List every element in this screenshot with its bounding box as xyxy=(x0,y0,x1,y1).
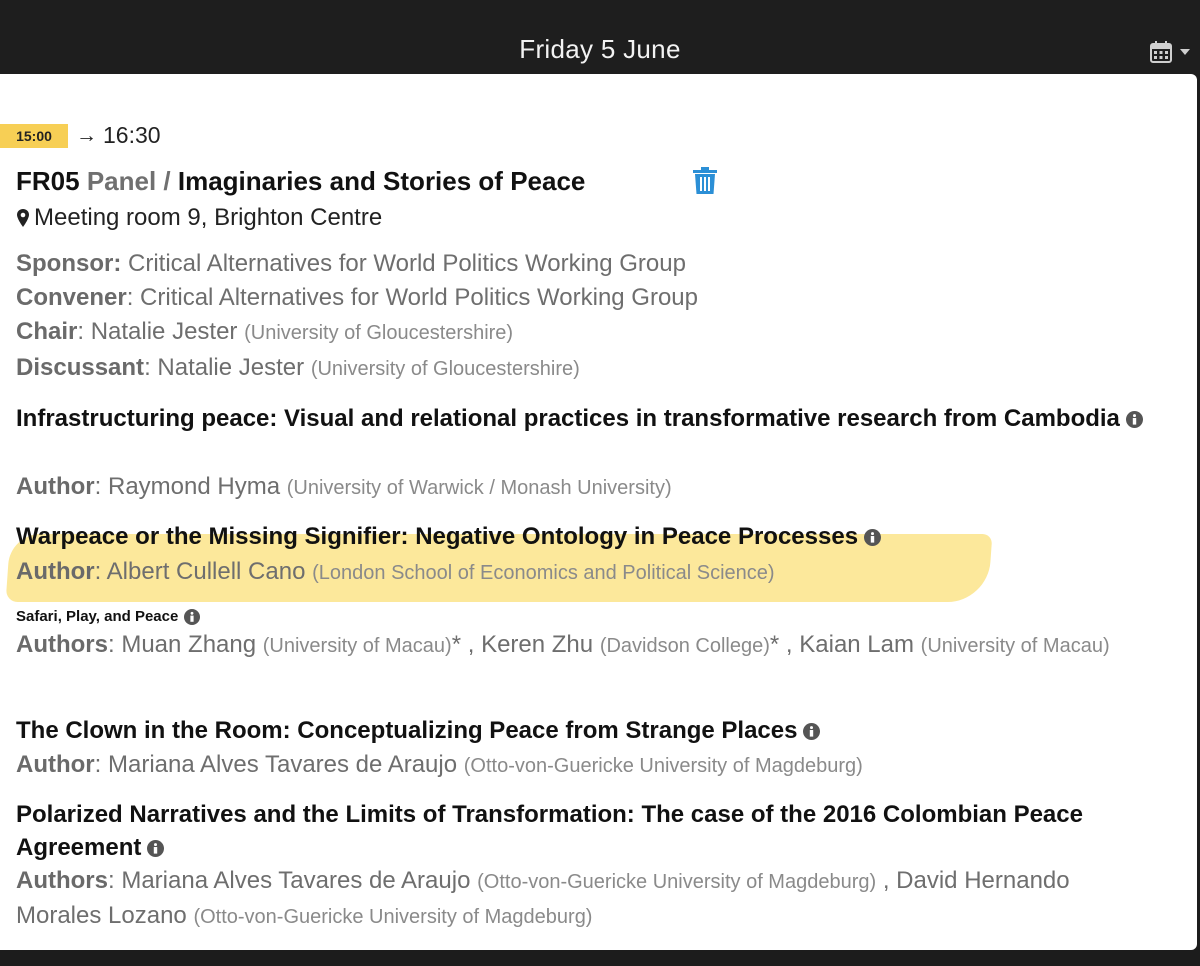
paper-title[interactable]: Infrastructuring peace: Visual and relat… xyxy=(16,402,1156,435)
calendar-dropdown-button[interactable] xyxy=(1150,40,1194,64)
bottom-edge xyxy=(0,950,1200,966)
author-name[interactable]: : Mariana Alves Tavares de Araujo xyxy=(95,751,457,778)
paper-title[interactable]: Warpeace or the Missing Signifier: Negat… xyxy=(16,520,882,553)
chair-affiliation: (University of Gloucestershire) xyxy=(244,322,514,344)
author-name[interactable]: : Albert Cullell Cano xyxy=(95,558,306,585)
convener-label: Convener xyxy=(16,284,127,311)
discussant-label: Discussant xyxy=(16,354,145,381)
chair-label: Chair xyxy=(16,318,78,345)
author-name[interactable]: : Muan Zhang xyxy=(108,631,256,658)
session-card: 15:00 → 16:30 FR05 Panel / Imaginaries a… xyxy=(0,74,1197,950)
convener-line: Convener: Critical Alternatives for Worl… xyxy=(16,284,698,312)
author-affiliation: (Davidson College) xyxy=(599,635,770,657)
info-icon[interactable] xyxy=(184,609,201,626)
day-title: Friday 5 June xyxy=(519,34,681,64)
sponsor-label: Sponsor: xyxy=(16,250,122,277)
chair-line: Chair: Natalie Jester (University of Glo… xyxy=(16,318,513,346)
discussant-affiliation: (University of Gloucestershire) xyxy=(310,358,580,380)
panel-title: FR05 Panel / Imaginaries and Stories of … xyxy=(16,166,585,197)
paper-authors: Author: Raymond Hyma (University of Warw… xyxy=(16,473,672,500)
author-affiliation: (University of Macau) xyxy=(262,635,452,657)
location-pin-icon xyxy=(17,209,29,227)
author-name[interactable]: : Raymond Hyma xyxy=(95,473,280,500)
session-type: Panel / xyxy=(86,166,171,196)
location: Meeting room 9, Brighton Centre xyxy=(16,204,382,232)
start-time-badge: 15:00 xyxy=(0,123,68,148)
end-time: 16:30 xyxy=(103,122,161,148)
chair-name: : Natalie Jester xyxy=(77,318,238,345)
convener-value: : Critical Alternatives for World Politi… xyxy=(126,284,699,311)
time-row: 15:00 → 16:30 xyxy=(0,122,161,149)
author-affiliation: (Otto-von-Guericke University of Magdebu… xyxy=(463,755,863,777)
top-bar: Friday 5 June xyxy=(0,0,1200,74)
author-affiliation: (Otto-von-Guericke University of Magdebu… xyxy=(193,906,593,928)
paper-authors: Authors: Muan Zhang (University of Macau… xyxy=(16,631,1110,658)
author-affiliation: (London School of Economics and Politica… xyxy=(312,562,775,584)
discussant-line: Discussant: Natalie Jester (University o… xyxy=(16,354,580,382)
paper-title[interactable]: Polarized Narratives and the Limits of T… xyxy=(16,798,1176,864)
sponsor-line: Sponsor: Critical Alternatives for World… xyxy=(16,250,686,278)
info-icon[interactable] xyxy=(147,840,165,858)
author-name[interactable]: : Mariana Alves Tavares de Araujo xyxy=(108,867,470,894)
paper-authors: Author: Mariana Alves Tavares de Araujo … xyxy=(16,751,863,778)
discussant-name: : Natalie Jester xyxy=(144,354,305,381)
info-icon[interactable] xyxy=(803,723,821,741)
trash-icon[interactable] xyxy=(692,166,718,196)
author-name[interactable]: Kaian Lam xyxy=(799,631,914,658)
paper-title[interactable]: The Clown in the Room: Conceptualizing P… xyxy=(16,714,821,747)
author-affiliation: (University of Macau) xyxy=(920,635,1110,657)
author-name[interactable]: Keren Zhu xyxy=(481,631,593,658)
session-title: Imaginaries and Stories of Peace xyxy=(177,166,586,196)
paper-authors: Author: Albert Cullell Cano (London Scho… xyxy=(16,558,775,585)
session-code: FR05 xyxy=(16,166,80,196)
info-icon[interactable] xyxy=(864,529,882,547)
info-icon[interactable] xyxy=(1125,411,1143,429)
author-affiliation: (University of Warwick / Monash Universi… xyxy=(286,477,672,499)
arrow-icon: → xyxy=(76,123,97,147)
calendar-icon xyxy=(1150,41,1172,63)
author-affiliation: (Otto-von-Guericke University of Magdebu… xyxy=(477,871,877,893)
paper-authors: Authors: Mariana Alves Tavares de Araujo… xyxy=(16,867,1070,929)
location-text: Meeting room 9, Brighton Centre xyxy=(34,204,383,231)
chevron-down-icon xyxy=(1180,49,1190,55)
sponsor-value: Critical Alternatives for World Politics… xyxy=(128,250,686,277)
